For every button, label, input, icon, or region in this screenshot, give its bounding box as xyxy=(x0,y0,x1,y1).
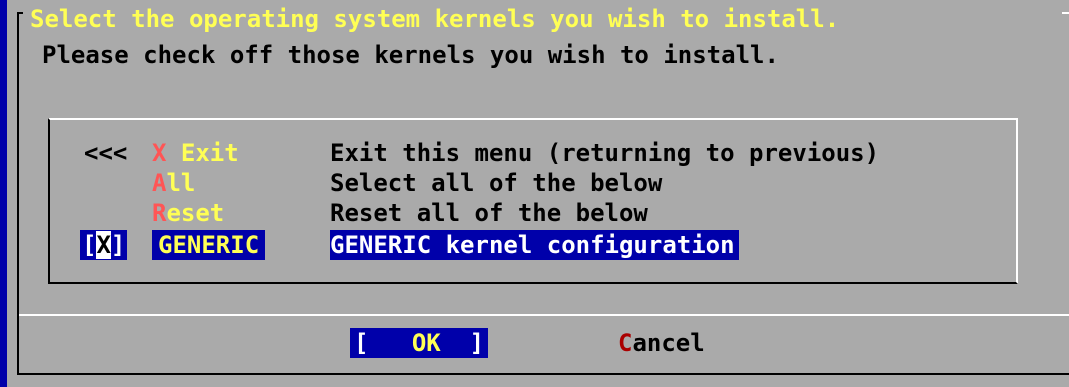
scroll-up-indicator: <<< xyxy=(84,139,128,167)
dialog-prompt: Please check off those kernels you wish … xyxy=(42,41,779,69)
menu-item-label: eset xyxy=(166,199,225,227)
checkbox-mark: X xyxy=(96,231,111,259)
ok-bracket-open: [ xyxy=(354,329,369,357)
menu-item-generic[interactable]: GENERIC xyxy=(152,230,266,260)
menu-item-reset-description[interactable]: Reset all of the below xyxy=(330,198,648,228)
ok-bracket-close: ] xyxy=(469,329,485,357)
menu-item-exit-description[interactable]: Exit this menu (returning to previous) xyxy=(330,138,879,168)
ok-label: OK xyxy=(411,329,441,357)
cancel-label: ancel xyxy=(632,329,705,357)
hotkey-letter: X xyxy=(152,139,167,167)
dialog-title: Select the operating system kernels you … xyxy=(30,5,840,33)
cancel-button[interactable]: Cancel xyxy=(618,328,705,358)
menu-item-label: Exit xyxy=(166,139,239,167)
menu-item-reset[interactable]: Reset xyxy=(152,198,224,228)
cancel-hotkey: C xyxy=(618,329,633,357)
menu-item-label: ll xyxy=(166,169,196,197)
menu-item-generic-description[interactable]: GENERIC kernel configuration xyxy=(330,230,739,260)
menu-item-all[interactable]: All xyxy=(152,168,195,198)
ok-button[interactable]: [ OK ] xyxy=(350,328,489,358)
generic-checkbox[interactable]: [X] xyxy=(80,230,128,260)
menu-item-exit[interactable]: X Exit xyxy=(152,138,239,168)
frame-corner-right xyxy=(1062,12,1069,14)
frame-corner xyxy=(17,12,23,14)
menu-item-all-description[interactable]: Select all of the below xyxy=(330,168,662,198)
checkbox-open: [ xyxy=(82,231,97,259)
hotkey-letter: R xyxy=(152,199,167,227)
button-divider xyxy=(19,314,1069,316)
hotkey-letter: A xyxy=(152,169,167,197)
screen-edge xyxy=(0,0,7,387)
checkbox-close: ] xyxy=(110,231,126,259)
